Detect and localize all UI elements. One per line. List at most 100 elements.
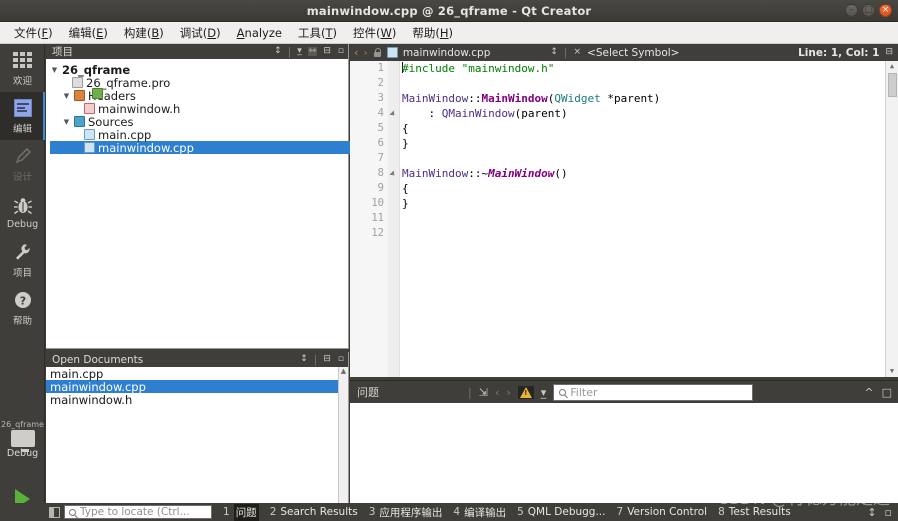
list-item[interactable]: mainwindow.h xyxy=(46,393,348,407)
line-number: 10 xyxy=(371,197,384,209)
status-pane-version-control[interactable]: 7 Version Control xyxy=(617,506,708,518)
status-pane-qml-debugger[interactable]: 5 QML Debugg... xyxy=(517,506,605,518)
menu-tools[interactable]: 工具(T) xyxy=(290,23,345,43)
split-icon[interactable]: ⊟ xyxy=(884,48,894,57)
open-documents-tools: ↕ | ⊟ ▫ xyxy=(299,353,345,366)
fold-margin[interactable] xyxy=(388,61,400,377)
tree-item-mainwindow-cpp[interactable]: mainwindow.cpp xyxy=(50,141,352,155)
warning-filter-button[interactable] xyxy=(517,385,534,399)
line-number: 2 xyxy=(377,77,384,89)
open-documents-panel: Open Documents ↕ | ⊟ ▫ main.cpp mainwind… xyxy=(46,352,349,503)
locator-input[interactable]: Type to locate (Ctrl... xyxy=(64,505,212,519)
mode-projects-label: 项目 xyxy=(12,268,32,279)
menu-build[interactable]: 构建(B) xyxy=(116,23,172,43)
close-icon[interactable]: ▫ xyxy=(337,355,345,364)
open-documents-scrollbar[interactable]: ▲ xyxy=(338,367,348,503)
scroll-down-icon[interactable]: ▼ xyxy=(886,366,898,377)
code-line-1: #include "mainwindow.h" xyxy=(402,62,555,75)
list-item[interactable]: mainwindow.cpp xyxy=(46,380,348,394)
lock-icon[interactable] xyxy=(373,47,382,58)
fold-marker-icon[interactable] xyxy=(389,110,397,118)
code-line-5: { xyxy=(402,122,409,135)
mode-debug[interactable]: Debug xyxy=(0,188,45,236)
collapse-icon[interactable]: ^ xyxy=(864,386,873,399)
status-pane-test-results[interactable]: 8 Test Results xyxy=(718,506,791,518)
wrench-icon xyxy=(12,241,34,263)
scroll-up-icon[interactable]: ▲ xyxy=(339,367,348,376)
status-pane-compile-output[interactable]: 4 编译输出 xyxy=(453,505,506,520)
kit-selector[interactable]: 26_qframe Debug xyxy=(0,420,45,459)
target-icon xyxy=(10,430,35,452)
minimize-button[interactable]: – xyxy=(845,4,858,17)
issues-list[interactable] xyxy=(350,403,898,504)
status-pane-search-results[interactable]: 2 Search Results xyxy=(270,506,358,518)
line-number: 6 xyxy=(377,137,384,149)
title-bar: mainwindow.cpp @ 26_qframe - Qt Creator … xyxy=(0,0,898,22)
fold-marker-icon[interactable] xyxy=(389,170,397,178)
menu-debug[interactable]: 调试(D) xyxy=(172,23,229,43)
editor-scrollbar[interactable]: ▲ ▼ xyxy=(885,61,898,377)
menu-widgets[interactable]: 控件(W) xyxy=(345,23,404,43)
maximize-panel-icon[interactable]: □ xyxy=(882,386,892,399)
split-icon[interactable]: ⊟ xyxy=(322,355,332,364)
file-dropdown-icon[interactable]: ↕ xyxy=(549,48,559,57)
filter-icon[interactable]: ▾̲ xyxy=(296,47,303,56)
status-bar-controls: ↕ ▫ xyxy=(867,506,898,519)
chevron-down-icon[interactable]: ▼ xyxy=(50,66,59,74)
maximize-output-icon[interactable]: ▫ xyxy=(885,506,892,519)
filter-icon[interactable]: ▾̲ xyxy=(541,386,547,399)
close-icon[interactable]: ▫ xyxy=(337,47,345,56)
mode-design-label: 设计 xyxy=(12,172,32,183)
tree-item-mainwindow-h[interactable]: mainwindow.h xyxy=(50,102,348,116)
scrollbar-thumb[interactable] xyxy=(888,73,897,97)
next-issue-icon[interactable]: › xyxy=(506,386,510,399)
status-pane-app-output[interactable]: 3 应用程序输出 xyxy=(369,505,443,520)
cpp-file-icon xyxy=(84,129,95,140)
navigate-back-icon[interactable]: ‹ xyxy=(354,46,358,59)
editor-filename[interactable]: mainwindow.cpp xyxy=(403,47,491,59)
sort-icon[interactable]: ↕ xyxy=(299,355,309,364)
chevron-down-icon[interactable]: ▼ xyxy=(62,92,71,100)
window-controls: – □ × xyxy=(845,4,892,17)
scroll-up-icon[interactable]: ▲ xyxy=(886,61,898,72)
updown-icon[interactable]: ↕ xyxy=(867,506,876,519)
close-document-icon[interactable]: × xyxy=(572,48,582,57)
mode-help[interactable]: ? 帮助 xyxy=(0,284,45,332)
mode-design[interactable]: 设计 xyxy=(0,140,45,188)
sidebar-toggle-icon[interactable] xyxy=(49,506,60,518)
menu-edit[interactable]: 编辑(E) xyxy=(61,23,116,43)
tree-item-sources[interactable]: ▼ Sources xyxy=(50,115,348,129)
close-button[interactable]: × xyxy=(879,4,892,17)
line-number: 7 xyxy=(377,152,384,164)
tree-item-main-cpp[interactable]: main.cpp xyxy=(50,128,348,142)
issues-filter-input[interactable]: Filter xyxy=(553,383,754,401)
grid-icon xyxy=(12,49,34,71)
mode-welcome[interactable]: 欢迎 xyxy=(0,44,45,92)
cpp-file-icon xyxy=(84,142,95,153)
sort-icon[interactable]: ↕ xyxy=(273,47,283,56)
navigate-forward-icon[interactable]: › xyxy=(363,46,367,59)
search-icon xyxy=(69,508,76,516)
chevron-down-icon[interactable]: ▼ xyxy=(62,118,71,126)
status-pane-issues[interactable]: 1 问题 xyxy=(223,503,259,521)
split-icon[interactable]: ⊟ xyxy=(322,47,332,56)
copy-icon[interactable]: ⇲ xyxy=(479,386,488,399)
pro-file-icon xyxy=(72,77,83,88)
previous-issue-icon[interactable]: ‹ xyxy=(495,386,499,399)
tree-item-26-qframe[interactable]: ▼ 26_qframe xyxy=(50,63,348,99)
code-area[interactable]: 1 2 3 4 5 6 7 8 9 10 11 12 #include "mai… xyxy=(350,61,898,377)
locator[interactable]: Type to locate (Ctrl... xyxy=(49,505,212,519)
maximize-button[interactable]: □ xyxy=(862,4,875,17)
menu-file[interactable]: 文件(F) xyxy=(6,23,61,43)
menu-help[interactable]: 帮助(H) xyxy=(404,23,461,43)
code-line-10: } xyxy=(402,197,409,210)
mode-edit[interactable]: 编辑 xyxy=(0,92,45,140)
link-icon[interactable]: ⇿ xyxy=(307,47,318,56)
list-item[interactable]: main.cpp xyxy=(46,367,348,381)
menu-analyze[interactable]: Analyze xyxy=(229,24,290,42)
status-bar: Type to locate (Ctrl... 1 问题 2 Search Resu… xyxy=(0,503,898,521)
kit-project-name: 26_qframe xyxy=(1,420,44,429)
symbol-selector[interactable]: <Select Symbol> xyxy=(587,47,679,59)
mode-projects[interactable]: 项目 xyxy=(0,236,45,284)
